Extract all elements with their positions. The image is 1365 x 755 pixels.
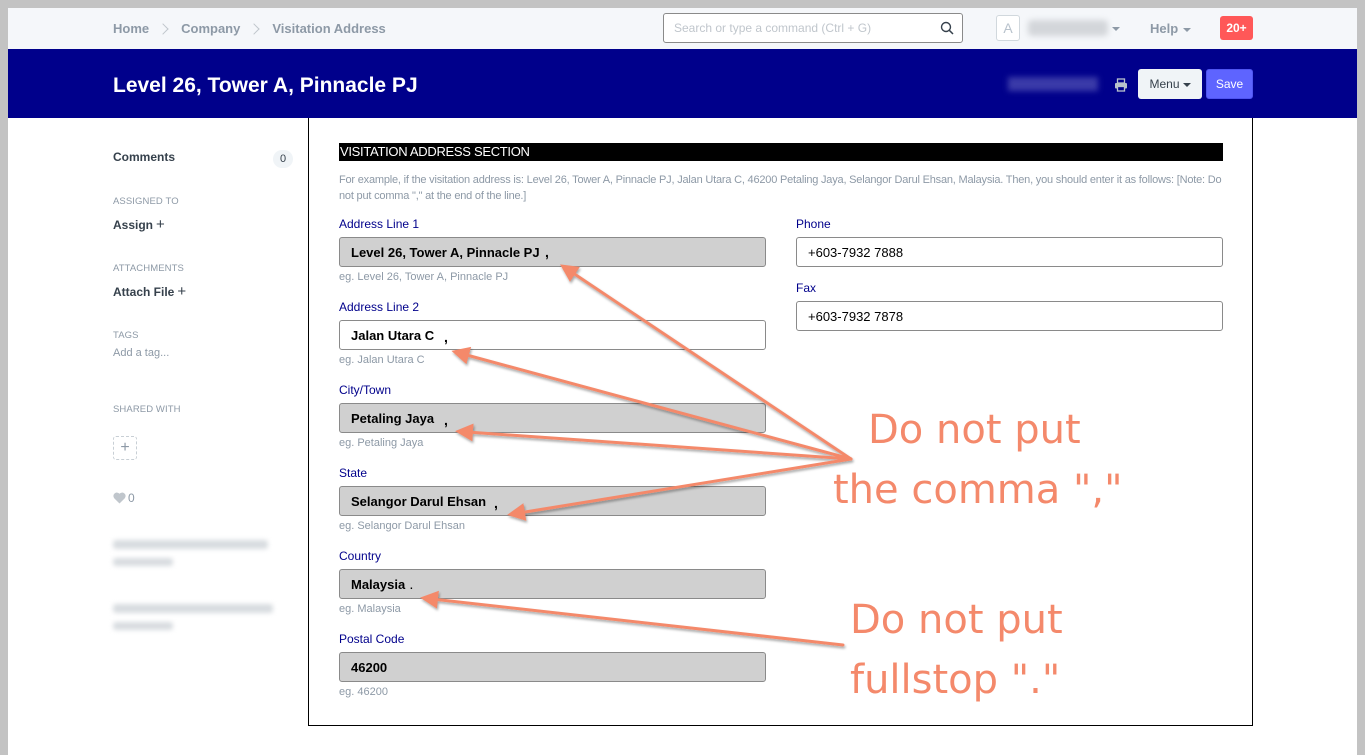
fax-input[interactable] <box>796 301 1223 331</box>
search-input[interactable] <box>664 14 924 42</box>
postal-code-label: Postal Code <box>339 632 405 646</box>
shared-with-heading: SHARED WITH <box>113 404 181 415</box>
comments-label: Comments <box>113 150 176 164</box>
fax-label: Fax <box>796 281 817 295</box>
tags-heading: TAGS <box>113 330 139 341</box>
fullstop-warning-line-1: Do not put <box>850 597 1063 643</box>
search-icon[interactable] <box>940 21 954 35</box>
caret-down-icon <box>1183 27 1192 32</box>
country-input[interactable] <box>339 569 766 599</box>
heart-icon <box>113 492 126 504</box>
assign-label: Assign <box>113 218 154 232</box>
fullstop-warning-annotation: Do not put fullstop "." <box>850 590 1063 710</box>
country-field: Country eg. Malaysia <box>339 548 766 617</box>
user-menu-caret-icon[interactable] <box>1112 27 1120 31</box>
comments-count: 0 <box>273 150 293 168</box>
likes[interactable]: 0 <box>113 491 135 505</box>
phone-field: Phone <box>796 216 1223 267</box>
assigned-to-heading: ASSIGNED TO <box>113 196 179 207</box>
user-name-redacted[interactable] <box>1028 20 1108 36</box>
address-line-2-label: Address Line 2 <box>339 300 420 314</box>
state-input[interactable] <box>339 486 766 516</box>
breadcrumb: Home Company Visitation Address <box>113 21 386 36</box>
breadcrumb-company[interactable]: Company <box>181 21 240 36</box>
postal-code-input[interactable] <box>339 652 766 682</box>
country-help: eg. Malaysia <box>339 603 401 615</box>
fullstop-warning-line-2: fullstop "." <box>850 657 1061 703</box>
add-share-button[interactable]: + <box>113 436 137 460</box>
chevron-right-icon <box>157 22 169 35</box>
country-label: Country <box>339 549 382 563</box>
activity-item-redacted <box>113 540 268 549</box>
comma-warning-annotation: Do not put the comma "," <box>833 400 1123 520</box>
menu-label: Menu <box>1149 77 1180 91</box>
chevron-right-icon <box>248 22 261 35</box>
annotation-comma-mark: , <box>494 495 498 511</box>
app-window: Home Company Visitation Address A Help 2… <box>8 8 1357 755</box>
annotation-comma-mark: , <box>545 244 549 260</box>
state-help: eg. Selangor Darul Ehsan <box>339 520 465 532</box>
city-help: eg. Petaling Jaya <box>339 437 424 449</box>
city-field: City/Town eg. Petaling Jaya <box>339 382 766 451</box>
address-line-1-help: eg. Level 26, Tower A, Pinnacle PJ <box>339 271 509 283</box>
print-icon[interactable] <box>1114 78 1128 92</box>
activity-item-redacted <box>113 604 273 613</box>
phone-label: Phone <box>796 217 831 231</box>
notifications-badge[interactable]: 20+ <box>1220 16 1253 40</box>
search-box <box>663 13 963 43</box>
activity-time-redacted <box>113 622 173 630</box>
section-description: For example, if the visitation address i… <box>339 174 1222 202</box>
address-line-2-input[interactable] <box>339 320 766 350</box>
plus-icon: + <box>156 216 165 233</box>
postal-code-field: Postal Code eg. 46200 <box>339 631 766 700</box>
annotation-comma-mark: , <box>444 412 448 428</box>
comma-warning-line-2: the comma "," <box>833 467 1123 513</box>
address-line-2-help: eg. Jalan Utara C <box>339 354 425 366</box>
postal-code-help: eg. 46200 <box>339 686 388 698</box>
breadcrumb-home[interactable]: Home <box>113 21 149 36</box>
address-line-2-field: Address Line 2 eg. Jalan Utara C <box>339 299 766 368</box>
address-line-1-field: Address Line 1 eg. Level 26, Tower A, Pi… <box>339 216 766 285</box>
state-field: State eg. Selangor Darul Ehsan <box>339 465 766 534</box>
address-line-1-label: Address Line 1 <box>339 217 420 231</box>
attach-file-label: Attach File <box>113 285 175 299</box>
add-tag-link[interactable]: Add a tag... <box>113 347 169 359</box>
phone-input[interactable] <box>796 237 1223 267</box>
annotation-fullstop-mark: . <box>410 581 413 592</box>
caret-down-icon <box>1182 82 1191 87</box>
avatar[interactable]: A <box>996 15 1020 41</box>
help-menu[interactable]: Help <box>1150 21 1192 36</box>
help-label: Help <box>1150 21 1179 36</box>
section-heading: VISITATION ADDRESS SECTION <box>339 143 1223 161</box>
activity-time-redacted <box>113 558 173 566</box>
city-label: City/Town <box>339 383 392 397</box>
assign-button[interactable]: Assign + <box>113 216 165 233</box>
top-navbar: Home Company Visitation Address A Help 2… <box>8 8 1357 49</box>
page-header: Level 26, Tower A, Pinnacle PJ Menu Save <box>8 49 1357 118</box>
attach-file-button[interactable]: Attach File + <box>113 283 186 300</box>
status-indicator-redacted <box>1008 77 1098 91</box>
menu-button[interactable]: Menu <box>1138 69 1202 99</box>
annotation-comma-mark: , <box>444 329 448 345</box>
comma-warning-line-1: Do not put <box>868 407 1081 453</box>
save-button[interactable]: Save <box>1206 69 1253 99</box>
sidebar-comments[interactable]: Comments 0 <box>113 150 293 168</box>
breadcrumb-visitation-address[interactable]: Visitation Address <box>272 21 385 36</box>
address-line-1-input[interactable] <box>339 237 766 267</box>
fax-field: Fax <box>796 280 1223 331</box>
state-label: State <box>339 466 368 480</box>
city-input[interactable] <box>339 403 766 433</box>
page-title: Level 26, Tower A, Pinnacle PJ <box>113 74 418 97</box>
plus-icon: + <box>177 283 187 300</box>
attachments-heading: ATTACHMENTS <box>113 263 184 274</box>
likes-count: 0 <box>128 491 135 505</box>
